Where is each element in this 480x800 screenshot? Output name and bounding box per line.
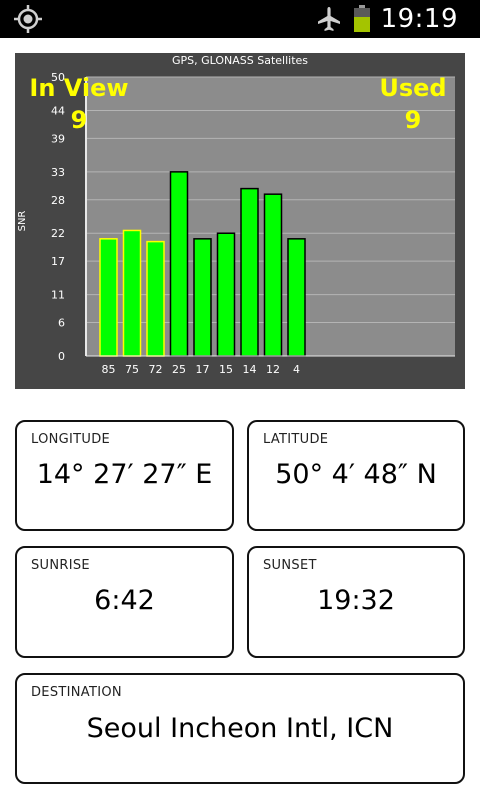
longitude-value: 14° 27′ 27″ E — [36, 459, 213, 490]
satellite-snr-chart: 0 6 11 17 22 28 33 39 44 50 85 75 72 25 17 15 14 12 4 GPS,… — [15, 53, 465, 389]
snr-bar-4 — [287, 238, 306, 357]
status-right-group: 19:19 — [315, 0, 458, 38]
sunset-label: SUNSET — [263, 558, 317, 573]
x-tick-label: 15 — [219, 363, 233, 376]
latitude-value: 50° 4′ 48″ N — [275, 459, 437, 490]
x-tick-label: 4 — [293, 363, 300, 376]
y-tick-label: 6 — [58, 317, 65, 330]
x-tick-label: 25 — [172, 363, 186, 376]
sunrise-label: SUNRISE — [31, 558, 90, 573]
sunset-value: 19:32 — [317, 585, 395, 616]
snr-bar-14 — [240, 187, 259, 357]
y-axis-label: SNR — [17, 211, 28, 232]
y-tick-label: 11 — [51, 289, 65, 302]
x-tick-label: 17 — [196, 363, 210, 376]
used-label: Used — [379, 74, 446, 102]
longitude-label: LONGITUDE — [31, 432, 111, 447]
destination-label: DESTINATION — [31, 685, 122, 700]
destination-value: Seoul Incheon Intl, ICN — [86, 713, 394, 744]
latitude-label: LATITUDE — [263, 432, 329, 447]
sunset-card: SUNSET 19:32 — [247, 546, 465, 658]
y-tick-label: 0 — [58, 350, 65, 363]
in-view-count: 9 — [71, 106, 88, 134]
x-tick-label: 12 — [266, 363, 280, 376]
y-tick-label: 17 — [51, 255, 65, 268]
x-tick-label: 85 — [102, 363, 116, 376]
snr-bar-85 — [99, 238, 118, 357]
y-tick-label: 28 — [51, 194, 65, 207]
sunrise-card: SUNRISE 6:42 — [15, 546, 234, 658]
y-tick-label: 39 — [51, 132, 65, 145]
snr-bar-17 — [193, 238, 212, 357]
snr-bar-75 — [122, 229, 142, 357]
used-count: 9 — [405, 106, 422, 134]
airplane-mode-icon — [317, 7, 340, 31]
in-view-label: In View — [29, 74, 128, 102]
y-tick-label: 33 — [51, 166, 65, 179]
chart-canvas: 06111722283339445085 75 72 25 17 15 14 12 4 GPS,… — [17, 54, 455, 376]
snr-bar-15 — [216, 232, 236, 357]
sunrise-value: 6:42 — [94, 585, 155, 616]
latitude-card: LATITUDE 50° 4′ 48″ N — [247, 420, 465, 531]
snr-bar-72 — [146, 240, 165, 357]
snr-bar-25 — [169, 171, 189, 357]
snr-bar-12 — [263, 193, 283, 357]
destination-card: DESTINATION Seoul Incheon Intl, ICN — [15, 673, 465, 784]
y-tick-label: 44 — [51, 104, 65, 117]
clock-time: 19:19 — [380, 4, 458, 34]
longitude-card: LONGITUDE 14° 27′ 27″ E — [15, 420, 234, 531]
x-tick-label: 72 — [149, 363, 163, 376]
y-tick-label: 22 — [51, 227, 65, 240]
gps-target-icon — [14, 5, 42, 33]
battery-icon — [353, 5, 371, 33]
chart-title: GPS, GLONASS Satellites — [172, 54, 308, 67]
x-tick-label: 14 — [243, 363, 257, 376]
x-tick-label: 75 — [125, 363, 139, 376]
status-bar: 19:19 — [0, 0, 480, 38]
